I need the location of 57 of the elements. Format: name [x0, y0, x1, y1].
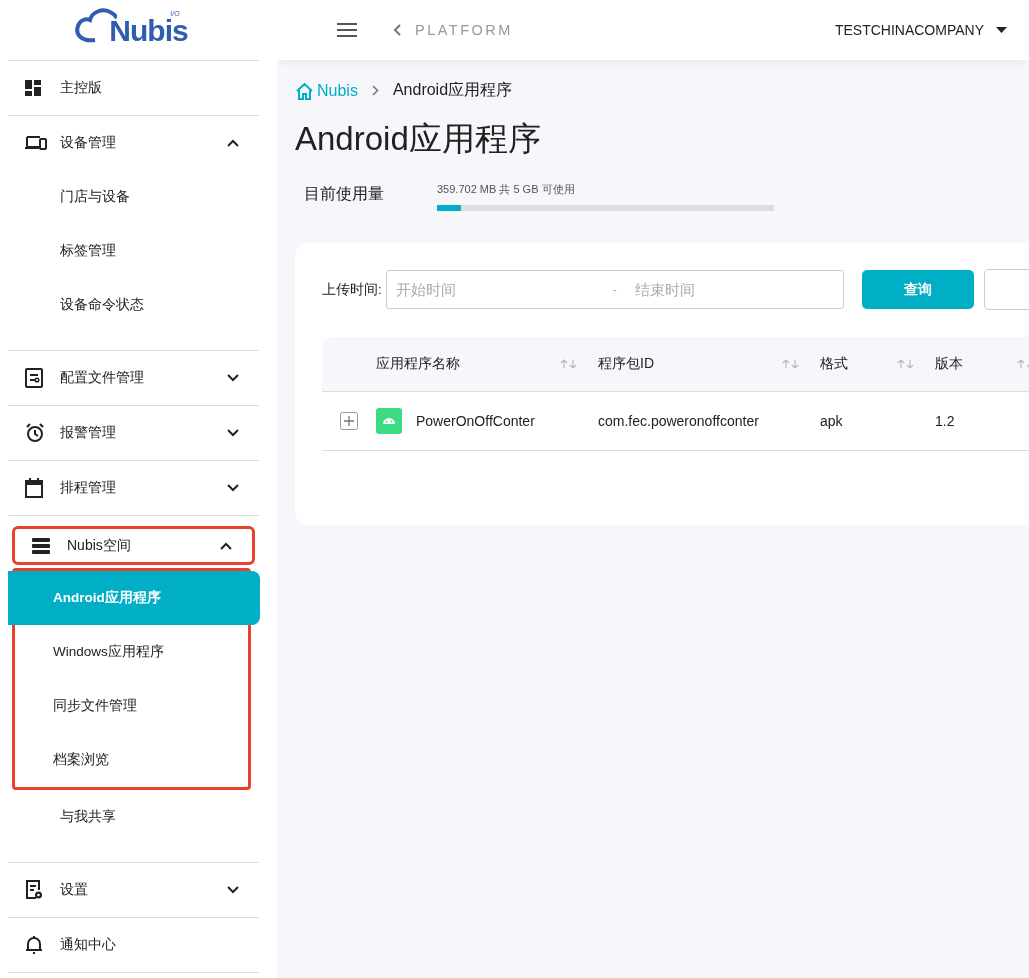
- chevron-down-icon: [227, 374, 239, 382]
- settings-icon: [25, 880, 43, 900]
- sidebar-subitem[interactable]: Windows应用程序: [8, 625, 260, 679]
- sort-icon[interactable]: [782, 359, 800, 369]
- menu-icon[interactable]: [337, 23, 357, 37]
- sidebar-subitem[interactable]: 标签管理: [8, 224, 259, 278]
- expand-icon[interactable]: [340, 412, 358, 430]
- home-icon[interactable]: [295, 81, 314, 100]
- reset-button[interactable]: [983, 269, 1029, 310]
- sort-icon[interactable]: [897, 359, 915, 369]
- column-header: 版本: [935, 355, 963, 373]
- chevron-up-icon: [227, 139, 239, 147]
- dashboard-icon: [25, 80, 41, 96]
- usage-reading: 359.702 MB 共 5 GB 可使用: [437, 182, 576, 197]
- devices-icon: [25, 135, 47, 151]
- sidebar-item[interactable]: 设置: [8, 863, 259, 917]
- alarm-clock-icon: [25, 423, 45, 443]
- sidebar-item[interactable]: 排程管理: [8, 461, 259, 515]
- page-title: Android应用程序: [295, 119, 542, 159]
- column-header: 程序包ID: [598, 355, 654, 373]
- column-header: 格式: [820, 355, 848, 373]
- table-cell: PowerOnOffConter: [416, 413, 535, 429]
- chevron-down-icon: [227, 484, 239, 492]
- usage-label: 目前使用量: [304, 184, 385, 204]
- caret-down-icon[interactable]: [996, 27, 1007, 33]
- sidebar-subitem[interactable]: 门店与设备: [8, 170, 259, 224]
- storage-icon: [32, 537, 50, 554]
- column-header: 应用程序名称: [376, 355, 460, 373]
- end-date-input[interactable]: 结束时间: [625, 281, 843, 298]
- table-cell: 1.2: [935, 413, 955, 429]
- company-name[interactable]: TESTCHINACOMPANY: [834, 22, 984, 38]
- start-date-input[interactable]: 开始时间: [386, 281, 604, 298]
- table-cell: apk: [820, 413, 843, 429]
- sidebar-item[interactable]: 设备管理: [8, 116, 259, 170]
- sidebar-item[interactable]: 主控版: [8, 61, 259, 115]
- bell-icon: [25, 935, 43, 955]
- sidebar-item[interactable]: 报警管理: [8, 406, 259, 460]
- chevron-left-icon[interactable]: [393, 24, 401, 36]
- breadcrumb-current: Android应用程序: [392, 80, 513, 100]
- chevron-down-icon: [227, 429, 239, 437]
- sidebar-item[interactable]: 通知中心: [8, 918, 259, 972]
- sidebar-subitem[interactable]: 同步文件管理: [8, 679, 260, 733]
- sidebar-item[interactable]: 配置文件管理: [8, 351, 259, 405]
- filter-label: 上传时间:: [322, 280, 382, 299]
- chevron-up-icon: [220, 541, 232, 550]
- sidebar-subitem[interactable]: 与我共享: [8, 790, 259, 844]
- calendar-icon: [25, 478, 43, 498]
- chevron-right-icon: [371, 85, 379, 96]
- table-cell: com.fec.poweronoffconter: [598, 413, 759, 429]
- sidebar-subitem[interactable]: 设备命令状态: [8, 278, 259, 332]
- sidebar-subitem[interactable]: 档案浏览: [8, 733, 260, 787]
- android-app-icon: [376, 408, 402, 434]
- range-separator: -: [611, 282, 618, 297]
- chevron-down-icon: [227, 886, 239, 894]
- logo-text: Nubis: [109, 16, 188, 46]
- document-icon: [25, 368, 43, 388]
- sort-icon[interactable]: [560, 359, 578, 369]
